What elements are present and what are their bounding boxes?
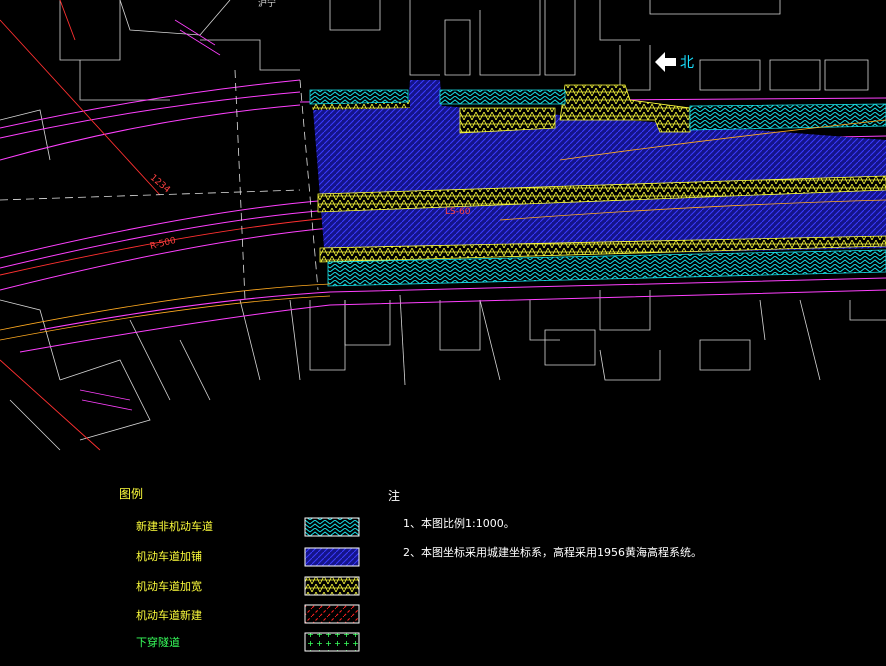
legend-label-widening: 机动车道加宽: [136, 580, 202, 593]
bike-lane-top-right: [689, 103, 886, 131]
note-scale: 1、本图比例1:1000。: [403, 517, 515, 530]
notes-title: 注: [388, 489, 401, 503]
legend-label-tunnel: 下穿隧道: [136, 636, 180, 649]
legend-label-new-lane: 机动车道新建: [136, 609, 202, 622]
road-name-label: 沪宁: [258, 0, 277, 9]
north-arrow-icon: [655, 52, 676, 72]
curve-ls-label: LS-60: [445, 207, 471, 217]
legend-label-paving: 机动车道加铺: [136, 550, 202, 563]
legend-label-bike-lane: 新建非机动车道: [136, 520, 213, 533]
north-label: 北: [680, 55, 694, 71]
legend-title: 图例: [119, 487, 144, 501]
bike-lane-top-left: [309, 89, 409, 105]
cad-drawing: [0, 0, 886, 451]
note-coordinates: 2、本图坐标采用城建坐标系，高程采用1956黄海高程系统。: [403, 546, 702, 559]
bike-lane-top-mid: [439, 89, 566, 105]
annotation-marks: [79, 19, 221, 411]
paving-overlay-top: [408, 80, 442, 110]
